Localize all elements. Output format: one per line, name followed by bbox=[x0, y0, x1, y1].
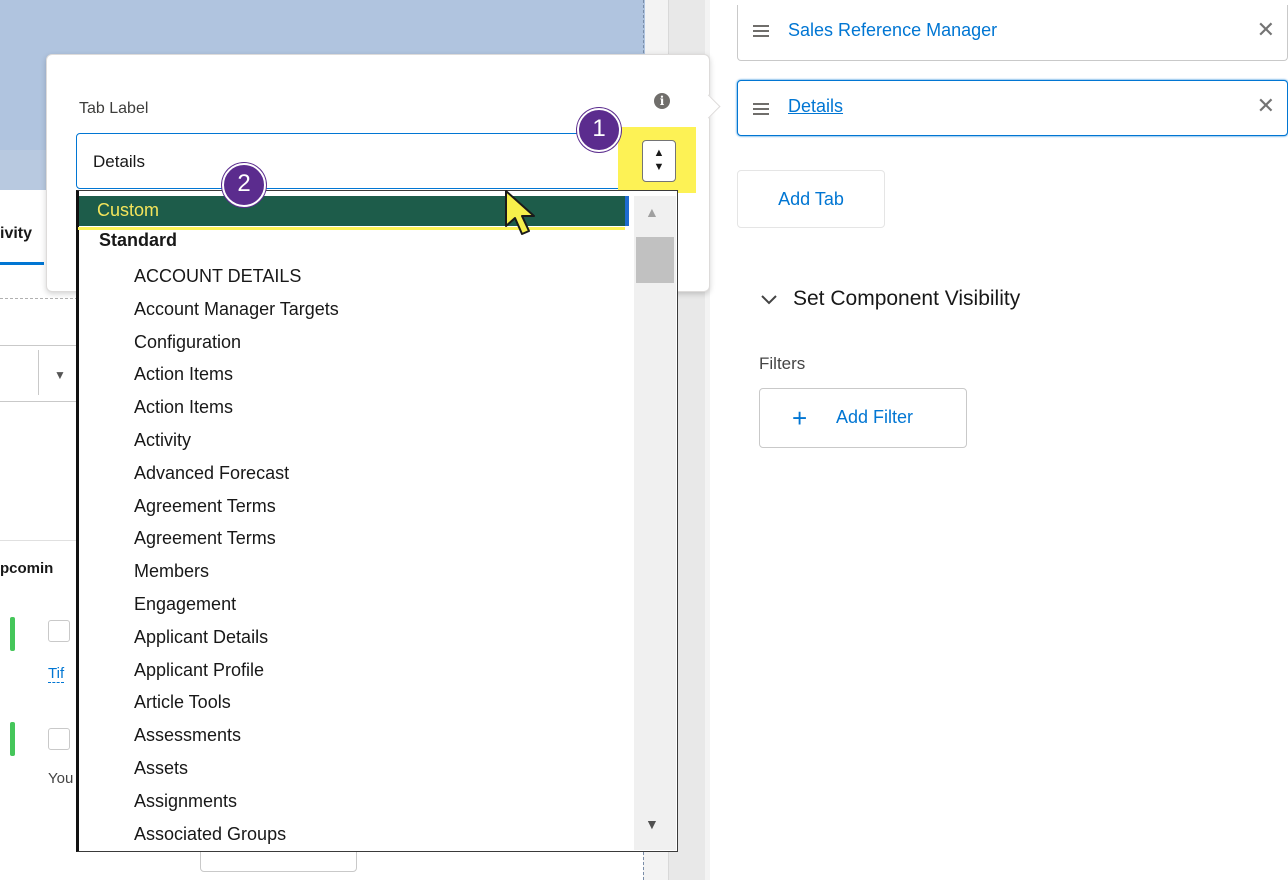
scroll-down-arrow-icon[interactable]: ▼ bbox=[645, 816, 659, 832]
close-icon[interactable]: ✕ bbox=[1257, 19, 1275, 41]
canvas-activity-tab[interactable]: ivity bbox=[0, 225, 32, 243]
canvas-task-link[interactable]: Tif bbox=[48, 665, 65, 683]
caret-down-icon: ▼ bbox=[653, 161, 665, 173]
tab-label-field-label: Tab Label bbox=[79, 100, 149, 117]
option-item[interactable]: Action Items bbox=[134, 360, 339, 393]
add-tab-button[interactable]: Add Tab bbox=[737, 170, 885, 228]
canvas-activity-tab-underline bbox=[0, 262, 44, 265]
option-item[interactable]: Configuration bbox=[134, 328, 339, 361]
list-scrollbar[interactable] bbox=[634, 196, 676, 850]
tab-item-details[interactable]: Details ✕ bbox=[737, 80, 1288, 136]
caret-up-icon: ▲ bbox=[653, 147, 665, 159]
canvas-task-checkbox[interactable] bbox=[48, 728, 70, 750]
drag-handle-icon[interactable] bbox=[753, 25, 769, 37]
option-item[interactable]: Applicant Profile bbox=[134, 656, 339, 689]
canvas-split-separator bbox=[38, 350, 39, 395]
option-item[interactable]: Action Items bbox=[134, 393, 339, 426]
option-item[interactable]: Advanced Forecast bbox=[134, 459, 339, 492]
option-item[interactable]: Associated Groups bbox=[134, 820, 339, 853]
canvas-task-checkbox[interactable] bbox=[48, 620, 70, 642]
option-item[interactable]: Engagement bbox=[134, 590, 339, 623]
option-item[interactable]: Assessments bbox=[134, 721, 339, 754]
canvas-task-text: You bbox=[48, 770, 74, 787]
tab-item-sales-reference-manager[interactable]: Sales Reference Manager ✕ bbox=[737, 5, 1288, 61]
option-item[interactable]: Activity bbox=[134, 426, 339, 459]
tab-item-label[interactable]: Details bbox=[788, 96, 843, 117]
canvas-task-indicator bbox=[10, 722, 15, 756]
option-item[interactable]: Article Tools bbox=[134, 688, 339, 721]
standard-options: ACCOUNT DETAILS Account Manager Targets … bbox=[134, 262, 339, 852]
canvas-task-indicator bbox=[10, 617, 15, 651]
option-item[interactable]: Agreement Terms bbox=[134, 492, 339, 525]
tab-item-label[interactable]: Sales Reference Manager bbox=[788, 20, 997, 41]
info-icon[interactable]: i bbox=[654, 93, 670, 109]
mouse-pointer-icon bbox=[505, 190, 535, 235]
set-component-visibility-heading[interactable]: Set Component Visibility bbox=[793, 287, 1020, 311]
canvas-upcoming-heading: pcomin bbox=[0, 560, 54, 577]
option-item[interactable]: Members bbox=[134, 557, 339, 590]
select-toggle-button[interactable]: ▲ ▼ bbox=[642, 140, 676, 182]
annotation-badge-2: 2 bbox=[222, 163, 266, 207]
plus-icon: + bbox=[792, 403, 808, 433]
option-item[interactable]: Assets bbox=[134, 754, 339, 787]
filters-label: Filters bbox=[759, 354, 806, 373]
option-item[interactable]: Applicant Details bbox=[134, 623, 339, 656]
drag-handle-icon[interactable] bbox=[753, 103, 769, 115]
canvas-dropdown-arrow-icon[interactable]: ▼ bbox=[54, 368, 66, 382]
add-filter-label: Add Filter bbox=[836, 407, 914, 427]
scroll-up-arrow-icon[interactable]: ▲ bbox=[645, 204, 659, 220]
chevron-down-icon[interactable] bbox=[760, 290, 778, 308]
option-focus-edge bbox=[625, 196, 629, 226]
option-item[interactable]: Assignments bbox=[134, 787, 339, 820]
option-custom[interactable]: Custom bbox=[79, 196, 626, 226]
option-group-standard: Standard bbox=[99, 230, 178, 250]
option-item[interactable]: Agreement Terms bbox=[134, 524, 339, 557]
scrollbar-thumb[interactable] bbox=[636, 237, 674, 283]
tab-label-select-value[interactable]: Details bbox=[93, 152, 145, 172]
annotation-badge-1: 1 bbox=[577, 108, 621, 152]
add-filter-button[interactable]: + Add Filter bbox=[759, 388, 967, 448]
option-item[interactable]: Account Manager Targets bbox=[134, 295, 339, 328]
close-icon[interactable]: ✕ bbox=[1257, 95, 1275, 117]
option-item[interactable]: ACCOUNT DETAILS bbox=[134, 262, 339, 295]
